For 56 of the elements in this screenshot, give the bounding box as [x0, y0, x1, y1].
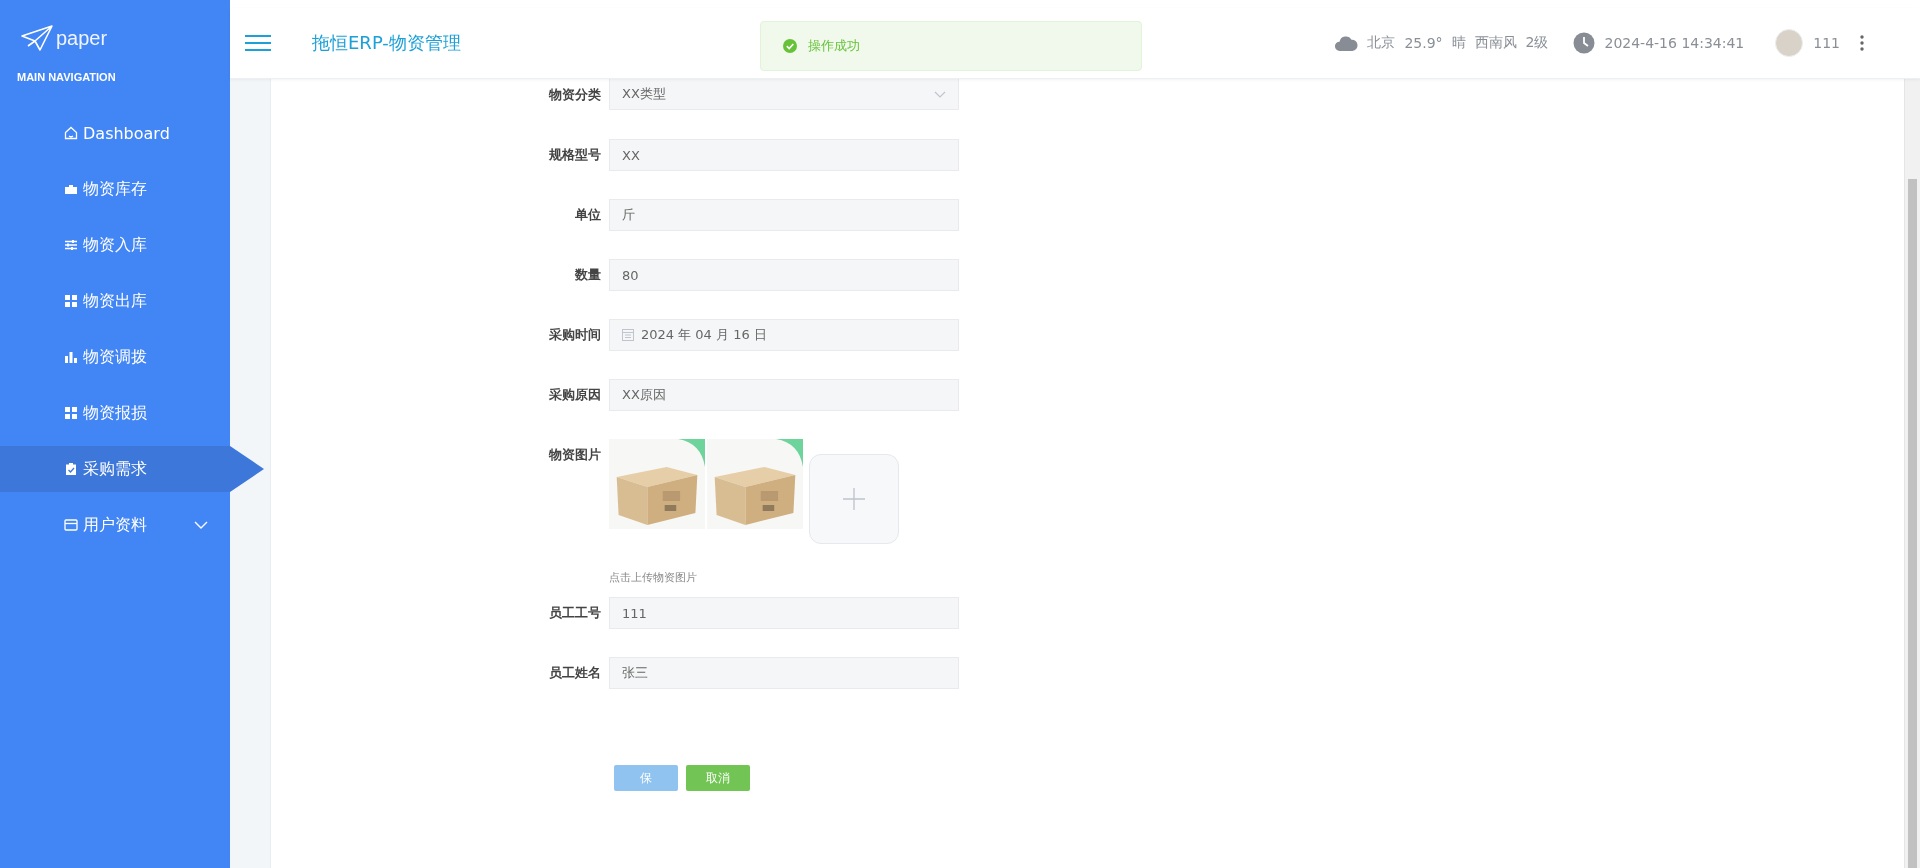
sidebar-item[interactable]: 物资出库: [0, 278, 230, 324]
clock-icon: [1573, 32, 1596, 54]
avatar[interactable]: [1775, 29, 1804, 57]
grid-icon: [64, 406, 78, 420]
section-title: MAIN NAVIGATION: [16, 70, 117, 85]
field-label: 单位: [574, 206, 602, 224]
check-circle-icon: [783, 39, 797, 53]
weather-text: 晴: [1451, 34, 1466, 52]
field-label: 规格型号: [548, 146, 602, 164]
field-label: 采购原因: [548, 386, 602, 404]
sliders-icon: [64, 238, 78, 252]
paper-plane-icon: [20, 24, 54, 52]
sidebar-item[interactable]: 物资入库: [0, 222, 230, 268]
wind-level-text: 2级: [1525, 34, 1549, 52]
grid-icon: [64, 294, 78, 308]
sidebar-item[interactable]: Dashboard: [0, 110, 230, 156]
upload-hint: 点击上传物资图片: [609, 570, 698, 585]
chevron-down-icon: [934, 90, 946, 98]
add-image-button[interactable]: [809, 454, 899, 544]
bar-chart-icon: [64, 350, 78, 364]
temperature-text: 25.9°: [1404, 35, 1443, 51]
sidebar-item[interactable]: 物资库存: [0, 166, 230, 212]
field-label: 数量: [574, 266, 602, 284]
input-field[interactable]: 张三: [609, 657, 959, 689]
datetime-text: 2024-4-16 14:34:41: [1604, 35, 1745, 51]
field-label: 物资分类: [548, 86, 602, 104]
sidebar-item[interactable]: 物资调拨: [0, 334, 230, 380]
city-text: 北京: [1367, 34, 1396, 52]
sidebar-item[interactable]: 物资报损: [0, 390, 230, 436]
select-field[interactable]: XX类型: [609, 79, 959, 110]
briefcase-icon: [64, 182, 78, 196]
logo-text: paper: [56, 26, 108, 50]
wind-text: 西南风: [1474, 34, 1517, 52]
home-icon: [64, 126, 78, 140]
field-label: 员工工号: [548, 604, 602, 622]
calendar-icon: [622, 329, 634, 341]
field-label: 物资图片: [548, 446, 602, 464]
date-field[interactable]: 2024 年 04 月 16 日: [609, 319, 959, 351]
input-field[interactable]: XX原因: [609, 379, 959, 411]
more-icon[interactable]: [1860, 35, 1864, 51]
sidebar-item[interactable]: 用户资料: [0, 502, 230, 548]
input-field[interactable]: 111: [609, 597, 959, 629]
scrollbar[interactable]: [1904, 79, 1920, 868]
input-field[interactable]: 80: [609, 259, 959, 291]
user-name: 111: [1813, 35, 1840, 51]
plus-icon: [843, 488, 865, 510]
card-icon: [64, 518, 78, 532]
app-title: 拖恒ERP-物资管理: [312, 31, 461, 55]
field-label: 采购时间: [548, 326, 602, 344]
menu-icon[interactable]: [245, 34, 271, 52]
input-field[interactable]: 斤: [609, 199, 959, 231]
clipboard-icon: [64, 462, 78, 476]
cloud-icon: [1334, 34, 1359, 52]
toast-message: 操作成功: [808, 37, 860, 55]
input-field[interactable]: XX: [609, 139, 959, 171]
field-label: 员工姓名: [548, 664, 602, 682]
